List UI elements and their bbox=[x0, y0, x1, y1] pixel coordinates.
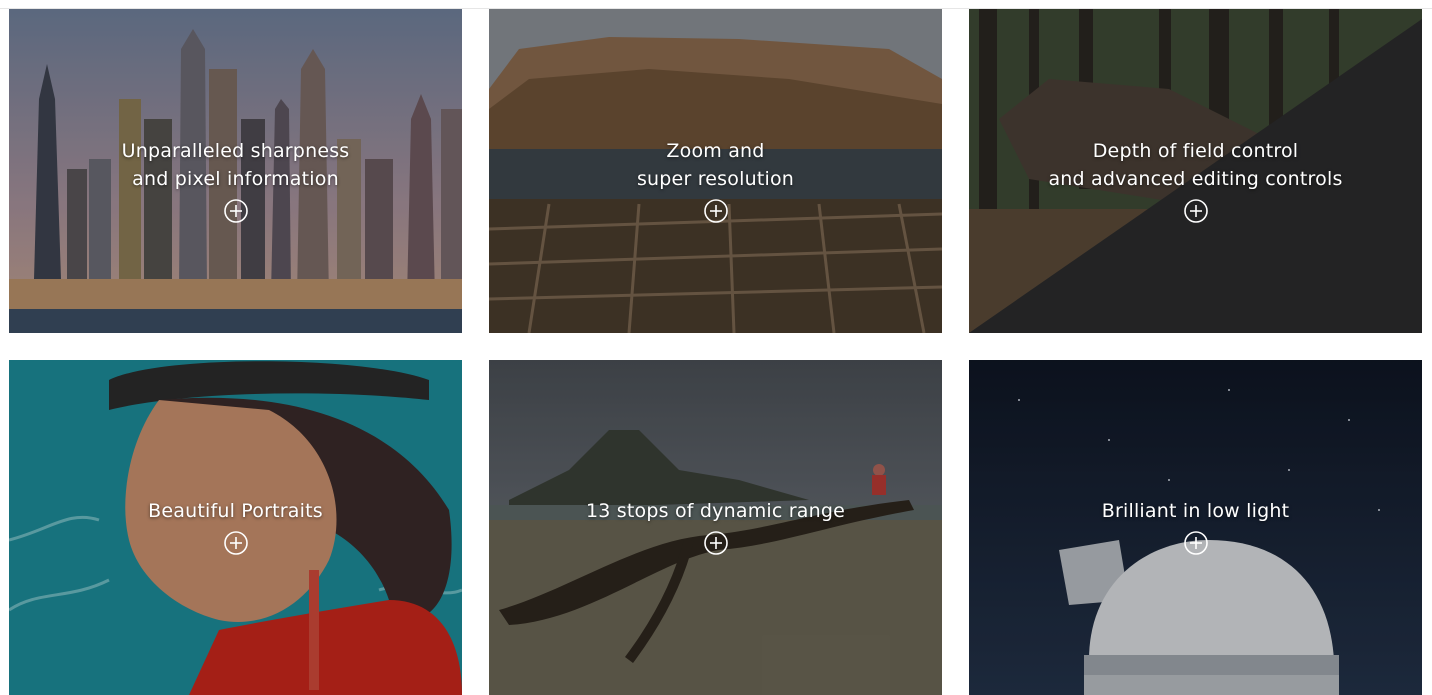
caption-line: Beautiful Portraits bbox=[148, 500, 323, 522]
feature-grid: Unparalleled sharpness and pixel informa… bbox=[9, 9, 1422, 695]
feature-card-depth[interactable]: Depth of field control and advanced edit… bbox=[969, 9, 1422, 333]
caption-line: Unparalleled sharpness bbox=[121, 140, 350, 162]
plus-circle-icon[interactable] bbox=[703, 199, 728, 223]
plus-circle-icon[interactable] bbox=[223, 531, 248, 555]
card-caption: Depth of field control and advanced edit… bbox=[969, 137, 1422, 223]
feature-card-zoom[interactable]: Zoom and super resolution bbox=[489, 9, 942, 333]
caption-line: super resolution bbox=[636, 168, 795, 190]
card-caption: 13 stops of dynamic range bbox=[489, 497, 942, 555]
plus-circle-icon[interactable] bbox=[1183, 531, 1208, 555]
card-caption: Beautiful Portraits bbox=[9, 497, 462, 555]
caption-line: Zoom and bbox=[666, 140, 765, 162]
plus-circle-icon[interactable] bbox=[223, 199, 248, 223]
feature-card-sharpness[interactable]: Unparalleled sharpness and pixel informa… bbox=[9, 9, 462, 333]
caption-line: 13 stops of dynamic range bbox=[585, 500, 846, 522]
caption-line: Depth of field control bbox=[1092, 140, 1299, 162]
card-caption: Zoom and super resolution bbox=[489, 137, 942, 223]
caption-line: and pixel information bbox=[132, 168, 339, 190]
caption-line: and advanced editing controls bbox=[1048, 168, 1343, 190]
caption-line: Brilliant in low light bbox=[1101, 500, 1290, 522]
feature-card-dynamic-range[interactable]: 13 stops of dynamic range bbox=[489, 360, 942, 695]
card-caption: Unparalleled sharpness and pixel informa… bbox=[9, 137, 462, 223]
plus-circle-icon[interactable] bbox=[1183, 199, 1208, 223]
card-caption: Brilliant in low light bbox=[969, 497, 1422, 555]
feature-card-portraits[interactable]: Beautiful Portraits bbox=[9, 360, 462, 695]
plus-circle-icon[interactable] bbox=[703, 531, 728, 555]
feature-card-low-light[interactable]: Brilliant in low light bbox=[969, 360, 1422, 695]
